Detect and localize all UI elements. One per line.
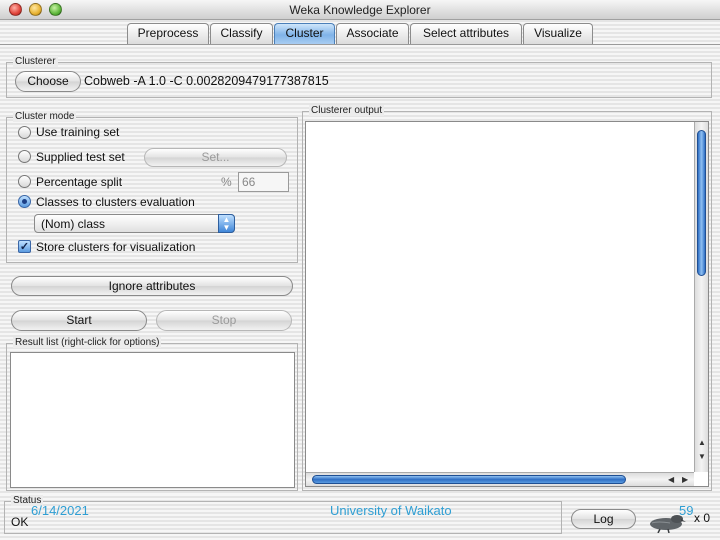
use-training-set-radio[interactable] <box>18 126 31 139</box>
tab-associate[interactable]: Associate <box>336 23 409 44</box>
scroll-down-arrow-icon[interactable]: ▼ <box>698 452 706 461</box>
start-button[interactable]: Start <box>11 310 147 331</box>
use-training-set-label[interactable]: Use training set <box>36 125 119 139</box>
footer-institution: University of Waikato <box>330 503 452 518</box>
window-title: Weka Knowledge Explorer <box>289 3 431 17</box>
tab-visualize[interactable]: Visualize <box>523 23 593 44</box>
clusterer-panel-title: Clusterer <box>13 56 58 67</box>
tab-classify[interactable]: Classify <box>210 23 273 44</box>
output-horizontal-scrollbar[interactable]: ◀ ▶ <box>306 472 694 486</box>
cluster-mode-title: Cluster mode <box>13 111 77 122</box>
ignore-attributes-button[interactable]: Ignore attributes <box>11 276 293 296</box>
clusterer-output-text[interactable]: ▲ ▼ ◀ ▶ <box>305 121 709 487</box>
result-list[interactable] <box>10 352 295 488</box>
status-count: x 0 <box>694 511 711 525</box>
status-message: OK <box>11 515 29 529</box>
choose-button[interactable]: Choose <box>15 71 81 92</box>
clusterer-output-title: Clusterer output <box>309 105 385 116</box>
classes-to-clusters-radio[interactable] <box>18 195 31 208</box>
store-clusters-checkbox[interactable]: ✓ <box>18 240 31 253</box>
stop-button[interactable]: Stop <box>156 310 292 331</box>
percent-symbol: % <box>221 175 232 189</box>
supplied-test-set-radio[interactable] <box>18 150 31 163</box>
tab-bar: Preprocess Classify Cluster Associate Se… <box>0 20 720 44</box>
scroll-left-arrow-icon[interactable]: ◀ <box>668 475 674 484</box>
select-arrows-icon: ▲ ▼ <box>218 214 235 233</box>
class-attribute-select[interactable]: (Nom) class ▲ ▼ <box>34 214 235 233</box>
window-title-bar: Weka Knowledge Explorer <box>0 0 720 20</box>
output-vertical-scrollbar[interactable]: ▲ ▼ <box>694 122 708 472</box>
classes-to-clusters-label[interactable]: Classes to clusters evaluation <box>36 195 195 209</box>
store-clusters-label[interactable]: Store clusters for visualization <box>36 240 195 254</box>
percentage-split-input[interactable]: 66 <box>238 172 289 192</box>
footer-page-number: 59 <box>679 503 694 518</box>
set-test-set-button[interactable]: Set... <box>144 148 287 167</box>
supplied-test-set-label[interactable]: Supplied test set <box>36 150 125 164</box>
tab-select-attributes[interactable]: Select attributes <box>410 23 522 44</box>
percentage-split-radio[interactable] <box>18 175 31 188</box>
scroll-up-arrow-icon[interactable]: ▲ <box>698 438 706 447</box>
tab-cluster[interactable]: Cluster <box>274 23 335 44</box>
class-attribute-value: (Nom) class <box>41 217 106 231</box>
log-button[interactable]: Log <box>571 509 636 529</box>
output-horizontal-scroll-thumb[interactable] <box>312 475 626 484</box>
tab-preprocess[interactable]: Preprocess <box>127 23 209 44</box>
clusterer-scheme[interactable]: Cobweb -A 1.0 -C 0.0028209479177387815 <box>84 74 329 88</box>
output-vertical-scroll-thumb[interactable] <box>697 130 706 276</box>
result-list-title: Result list (right-click for options) <box>13 337 162 348</box>
footer-date: 6/14/2021 <box>31 503 89 518</box>
percentage-split-label[interactable]: Percentage split <box>36 175 122 189</box>
scroll-right-arrow-icon[interactable]: ▶ <box>682 475 688 484</box>
